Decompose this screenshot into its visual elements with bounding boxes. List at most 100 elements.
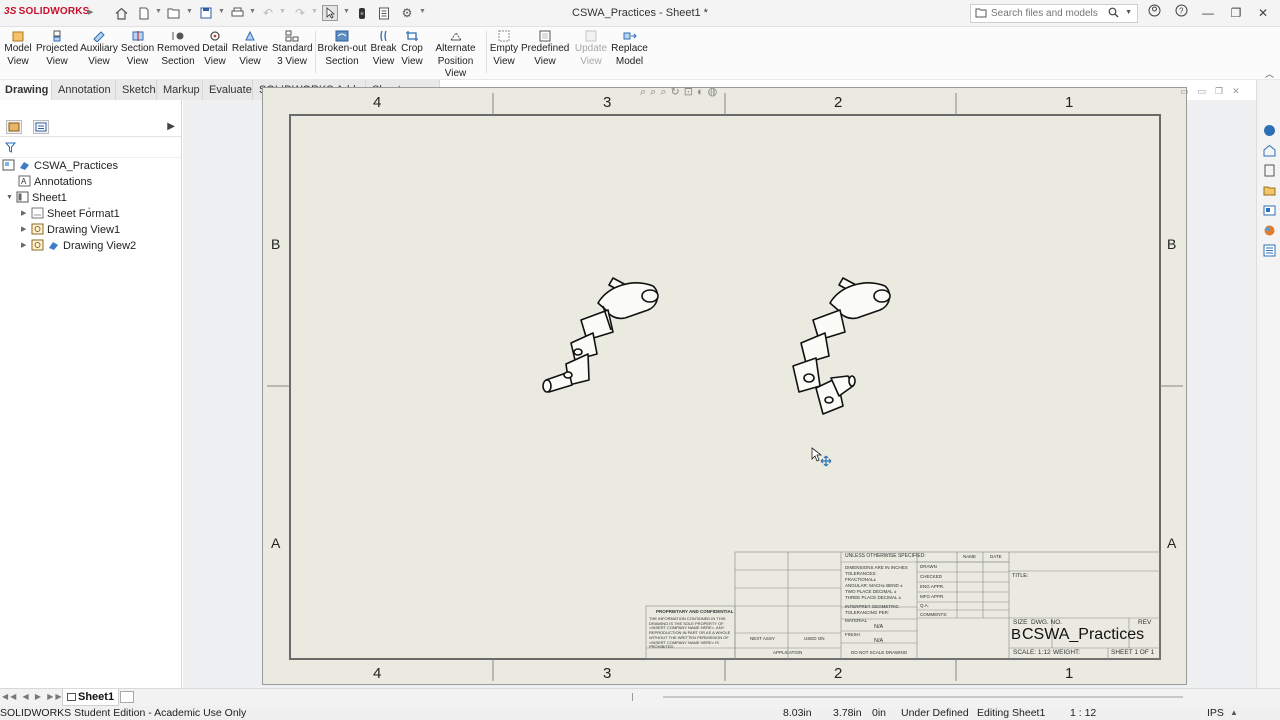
zoom-to-area-icon[interactable]: ⌕ [650, 86, 660, 98]
tree-item-drawing-view1[interactable]: ▶ Drawing View1 [21, 222, 120, 238]
search-box[interactable]: ▼ [970, 4, 1138, 23]
sheet-nav-arrows-icon[interactable]: ◀◀ ◀ ▶ ▶▶ [2, 692, 64, 701]
options-dropdown-icon[interactable]: ▼ [419, 8, 426, 15]
traffic-light-icon[interactable] [354, 5, 370, 21]
appearances-icon[interactable] [1263, 224, 1276, 237]
home-icon[interactable] [113, 5, 129, 21]
restore-icon[interactable]: ❐ [1226, 4, 1246, 22]
save-dropdown-icon[interactable]: ▼ [218, 8, 225, 15]
menu-expand-icon[interactable]: ▶ [88, 8, 93, 16]
doc-close-icon[interactable]: ✕ [1232, 86, 1249, 96]
collapse-ribbon-icon[interactable]: ︿ [1265, 67, 1274, 80]
minimize-icon[interactable]: — [1198, 4, 1218, 22]
select-dropdown-icon[interactable]: ▼ [343, 8, 350, 15]
update-view-button[interactable]: Update View [573, 29, 609, 75]
custom-properties-icon[interactable] [1263, 244, 1276, 257]
tree-item-annotations[interactable]: A Annotations [18, 174, 92, 190]
file-properties-icon[interactable] [376, 5, 392, 21]
view-palette-icon[interactable] [1263, 204, 1276, 217]
command-manager-ribbon: Model View Projected View Auxiliary View Se… [0, 27, 1280, 80]
redo-dropdown-icon[interactable]: ▼ [311, 8, 318, 15]
expand-pane-icon[interactable]: ▶ [167, 121, 175, 132]
standard-3-view-button[interactable]: Standard 3 View [272, 29, 313, 75]
auxiliary-view-button[interactable]: Auxiliary View [80, 29, 118, 75]
filter-icon[interactable] [5, 142, 16, 153]
expand-caret-icon[interactable]: ▶ [21, 222, 31, 238]
tab-evaluate[interactable]: Evaluate [204, 80, 253, 100]
open-folder-icon[interactable] [166, 5, 182, 21]
model-view-button[interactable]: Model View [3, 29, 33, 75]
tree-item-root[interactable]: CSWA_Practices [2, 158, 118, 174]
search-icon[interactable] [1108, 7, 1119, 21]
redo-icon[interactable]: ↷ [292, 5, 308, 21]
open-dropdown-icon[interactable]: ▼ [186, 8, 193, 15]
title-block-grid [645, 551, 1161, 660]
select-pointer-icon[interactable] [322, 5, 338, 21]
print-dropdown-icon[interactable]: ▼ [249, 8, 256, 15]
removed-section-button[interactable]: Removed Section [157, 29, 200, 75]
3dexperience-home-icon[interactable] [1263, 144, 1276, 157]
predefined-view-button[interactable]: Predefined View [521, 29, 569, 75]
add-sheet-icon[interactable] [120, 691, 134, 703]
sheet-tab-sheet1[interactable]: Sheet1 [62, 689, 120, 706]
section-view-button[interactable]: Section View [120, 29, 155, 75]
solidworks-resources-icon[interactable] [1263, 124, 1276, 137]
user-account-icon[interactable] [1144, 4, 1164, 22]
close-icon[interactable]: ✕ [1253, 4, 1273, 22]
file-explorer-icon[interactable] [1263, 184, 1276, 197]
property-manager-tab-icon[interactable] [33, 120, 49, 134]
rotate-view-icon[interactable]: ↻ [671, 86, 684, 98]
break-view-button[interactable]: Break View [369, 29, 398, 75]
design-library-icon[interactable] [1263, 164, 1276, 177]
expand-caret-icon[interactable]: ▶ [21, 206, 31, 222]
tree-item-sheet-format[interactable]: ▶ Sheet Format1 [21, 206, 120, 222]
replace-model-icon [623, 32, 637, 40]
undo-dropdown-icon[interactable]: ▼ [279, 8, 286, 15]
search-input[interactable] [991, 6, 1111, 21]
detail-view-button[interactable]: Detail View [201, 29, 229, 75]
display-style-icon[interactable]: ◐ [697, 86, 708, 98]
expand-caret-icon[interactable]: ▶ [21, 238, 31, 254]
unit-system-caret-icon[interactable]: ▲ [1230, 706, 1238, 720]
tab-markup[interactable]: Markup [158, 80, 203, 100]
drawing-sheet[interactable]: 4 3 2 1 4 3 2 1 B A B A UNLESS OTHERWISE… [262, 87, 1187, 685]
doc-restore-icon[interactable]: ❐ [1215, 86, 1232, 96]
collapse-caret-icon[interactable]: ▼ [6, 190, 16, 206]
scrollbar-thumb[interactable] [663, 696, 1183, 698]
new-document-icon[interactable] [136, 5, 152, 21]
tab-sketch[interactable]: Sketch [117, 80, 157, 100]
tree-item-drawing-view2[interactable]: ▶ Drawing View2 [21, 238, 136, 254]
replace-model-button[interactable]: Replace Model [611, 29, 648, 75]
document-window-controls[interactable]: ▭▭❐✕ [1180, 86, 1249, 97]
tree-item-sheet[interactable]: ▼ Sheet1 [6, 190, 67, 206]
projected-view-button[interactable]: Projected View [36, 29, 78, 75]
undo-icon[interactable]: ↶ [260, 5, 276, 21]
alternate-position-view-button[interactable]: Alternate Position View [427, 29, 484, 79]
zoom-to-fit-icon[interactable]: ⌕ [640, 86, 650, 98]
heads-up-view-toolbar[interactable]: ⌕⌕⌕↻⊡◐◍ [640, 85, 721, 99]
save-icon[interactable] [198, 5, 214, 21]
relative-view-button[interactable]: Relative View [231, 29, 269, 75]
new-dropdown-icon[interactable]: ▼ [155, 8, 162, 15]
view-orientation-icon[interactable]: ⊡ [684, 86, 697, 98]
hide-show-items-icon[interactable]: ◍ [708, 86, 722, 98]
options-gear-icon[interactable]: ⚙ [399, 5, 415, 21]
crop-view-button[interactable]: Crop View [399, 29, 425, 75]
horizontal-scrollbar[interactable] [632, 693, 1272, 701]
search-dropdown-icon[interactable]: ▼ [1125, 9, 1132, 16]
help-icon[interactable]: ? [1171, 4, 1191, 22]
solidworks-logo[interactable]: 3S SOLIDWORKS [4, 6, 90, 17]
tab-annotation[interactable]: Annotation [53, 80, 116, 100]
ribbon-separator [486, 31, 487, 73]
broken-out-section-button[interactable]: Broken-out Section [317, 29, 367, 75]
feature-manager-tab-icon[interactable] [6, 120, 22, 134]
status-sheet-scale[interactable]: 1 : 12 [1070, 706, 1096, 720]
status-unit-system[interactable]: IPS [1207, 706, 1224, 720]
print-icon[interactable] [229, 5, 245, 21]
empty-view-button[interactable]: Empty View [489, 29, 519, 75]
previous-view-icon[interactable]: ⌕ [660, 86, 670, 98]
doc-minimize-icon[interactable]: ▭ [1180, 86, 1198, 96]
tab-drawing[interactable]: Drawing [0, 80, 52, 100]
break-view-icon [379, 30, 387, 42]
doc-tile-icon[interactable]: ▭ [1198, 86, 1216, 96]
